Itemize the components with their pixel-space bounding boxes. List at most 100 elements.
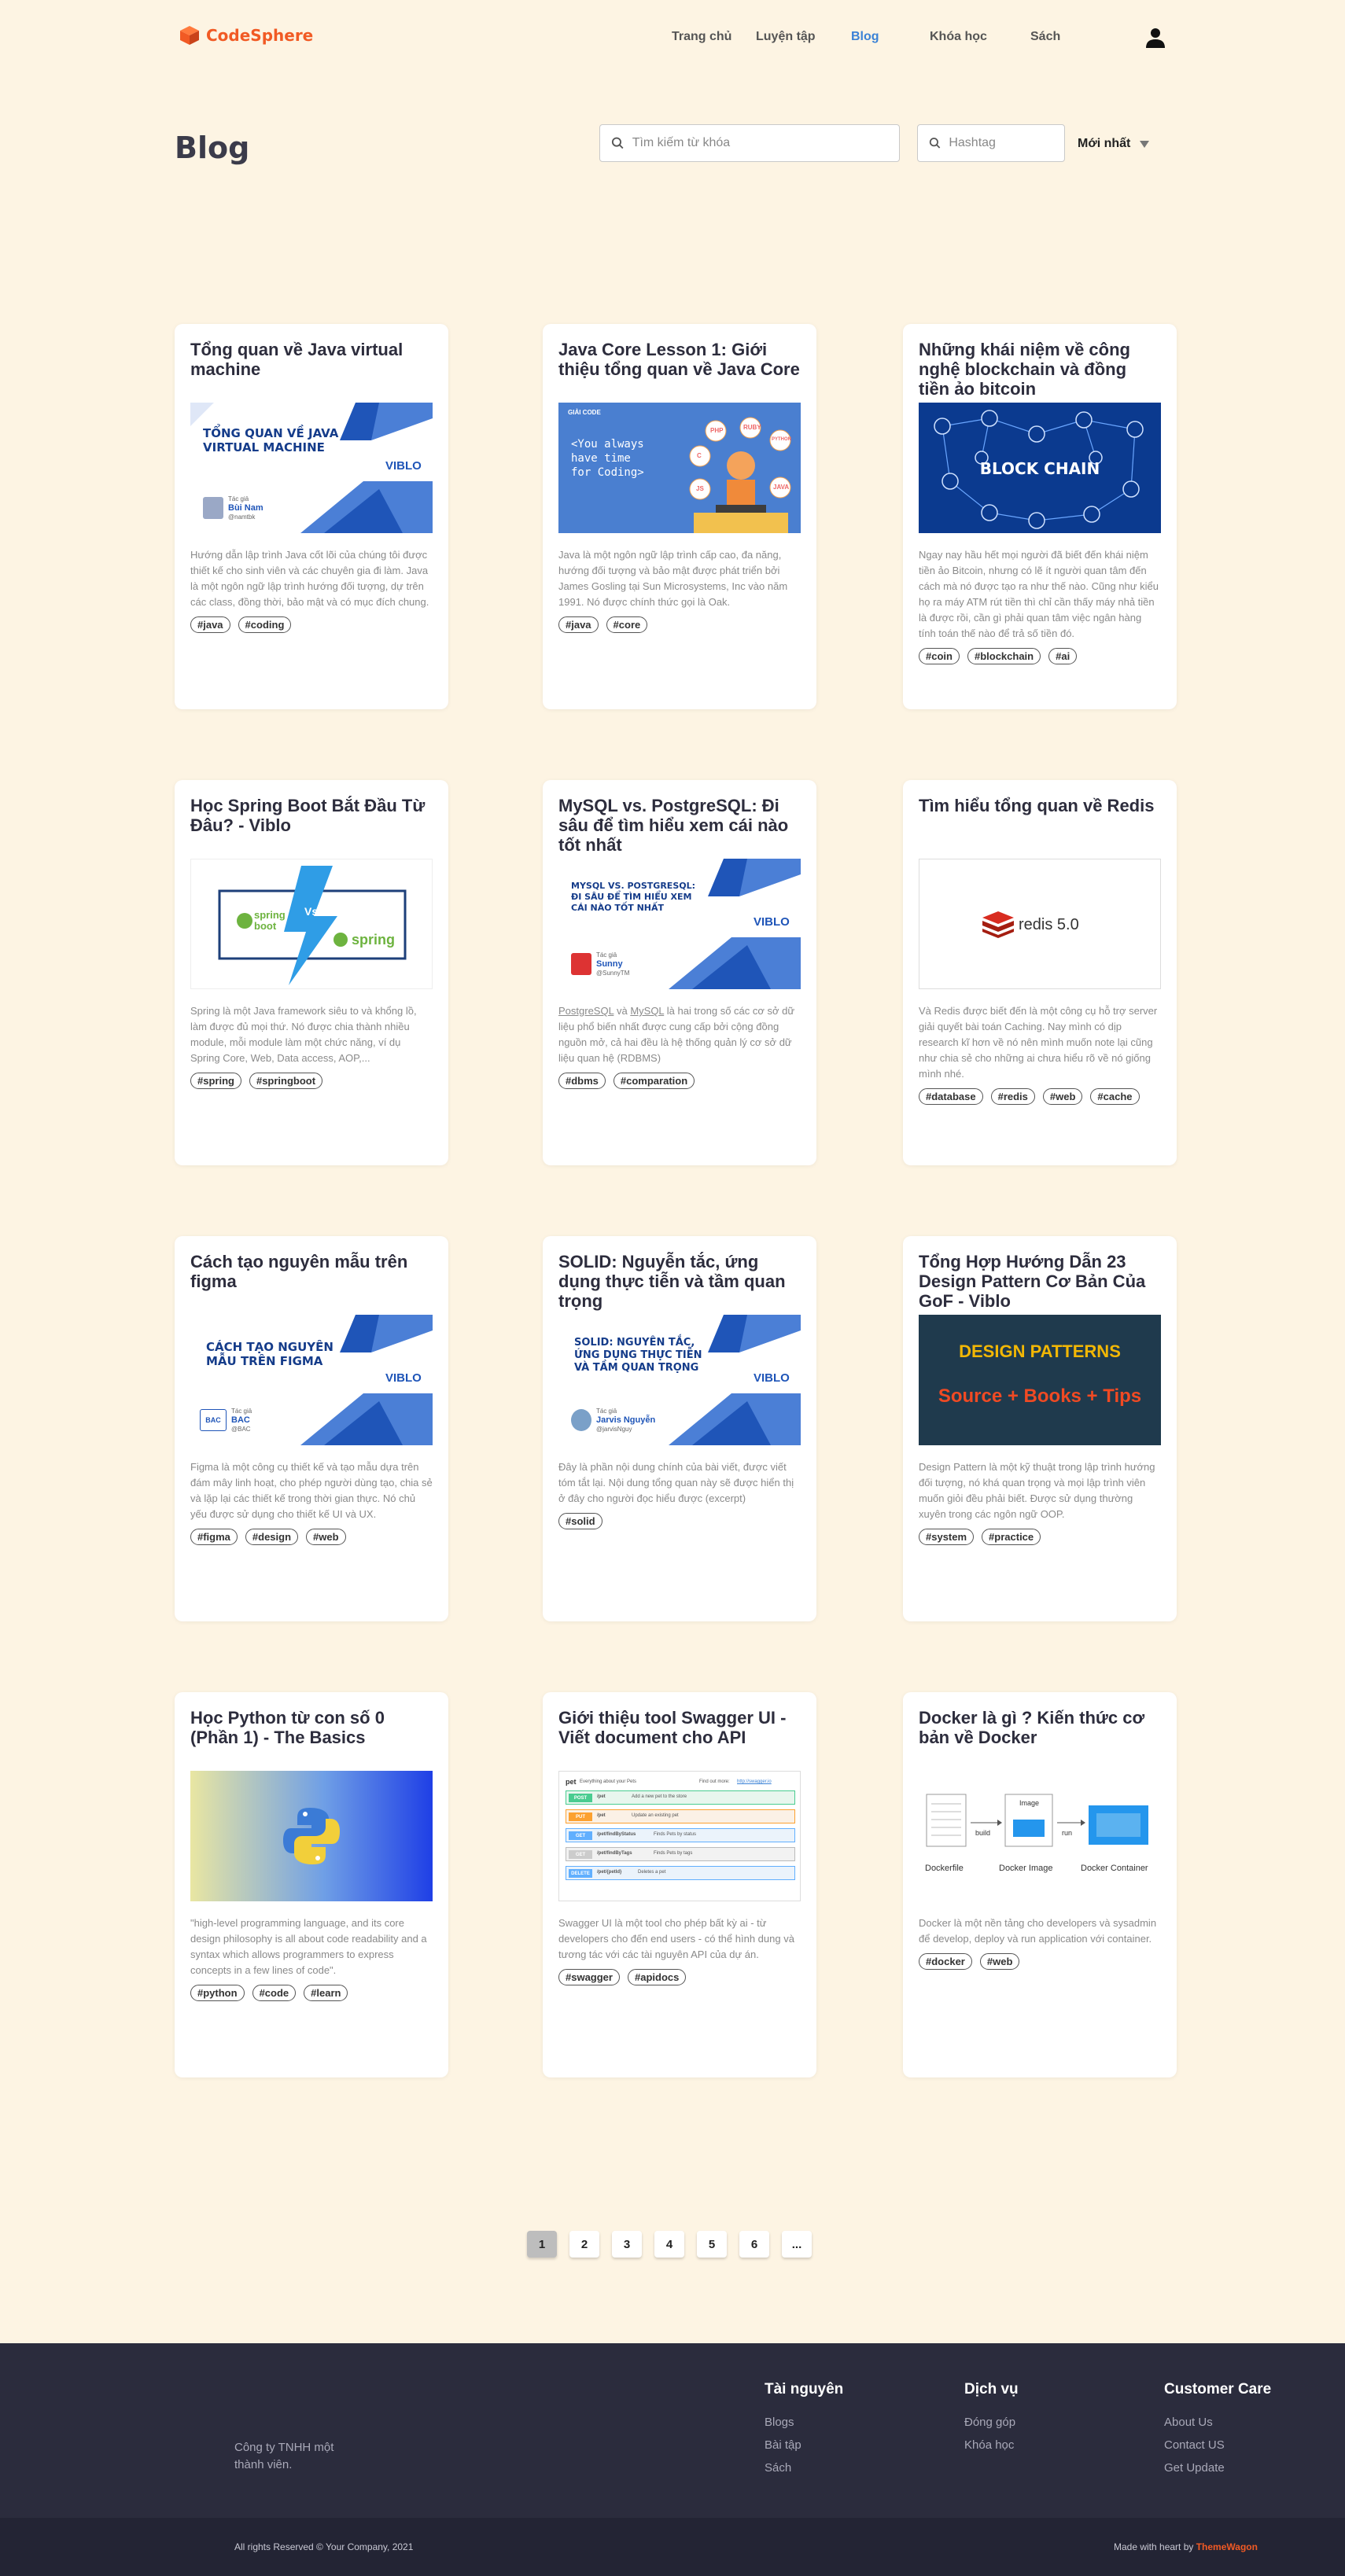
tag-chip[interactable]: #java <box>558 616 599 633</box>
nav-link-courses[interactable]: Khóa học <box>930 30 987 44</box>
page-button-4[interactable]: 4 <box>654 2231 684 2258</box>
keyword-search-input[interactable] <box>632 136 899 150</box>
tag-chip[interactable]: #core <box>606 616 648 633</box>
post-card[interactable]: Giới thiệu tool Swagger UI - Viết docume… <box>543 1692 816 2077</box>
post-title[interactable]: SOLID: Nguyễn tắc, ứng dụng thực tiễn và… <box>558 1252 801 1315</box>
tag-chip[interactable]: #docker <box>919 1953 972 1970</box>
page-button-more[interactable]: ... <box>782 2231 812 2258</box>
post-excerpt: Design Pattern là một kỹ thuật trong lập… <box>919 1461 1155 1520</box>
user-icon[interactable] <box>1145 27 1166 49</box>
tag-chip[interactable]: #ai <box>1048 648 1078 664</box>
tag-chip[interactable]: #springboot <box>249 1073 323 1089</box>
footer-link[interactable]: Bài tập <box>765 2438 843 2452</box>
nav-link-home[interactable]: Trang chủ <box>672 30 731 44</box>
post-title[interactable]: MySQL vs. PostgreSQL: Đi sâu để tìm hiểu… <box>558 796 801 859</box>
post-title[interactable]: Cách tạo nguyên mẫu trên figma <box>190 1252 433 1315</box>
post-thumbnail[interactable] <box>190 1771 433 1901</box>
post-thumbnail[interactable]: SOLID: NGUYÊN TẮC, ỨNG DỤNG THỰC TIỄN VÀ… <box>558 1315 801 1445</box>
tag-chip[interactable]: #design <box>245 1529 299 1545</box>
tag-chip[interactable]: #practice <box>982 1529 1041 1545</box>
post-thumbnail[interactable]: TỔNG QUAN VỀ JAVA VIRTUAL MACHINE VIBLO … <box>190 403 433 533</box>
tag-chip[interactable]: #python <box>190 1985 245 2001</box>
footer-link[interactable]: Đóng góp <box>964 2416 1019 2429</box>
tag-chip[interactable]: #database <box>919 1088 983 1105</box>
post-card[interactable]: Tổng quan về Java virtual machine TỔNG Q… <box>175 324 448 709</box>
nav-link-practice[interactable]: Luyện tập <box>756 30 816 44</box>
post-thumbnail[interactable]: pet Everything about your Pets Find out … <box>558 1771 801 1901</box>
post-thumbnail[interactable]: redis 5.0 <box>919 859 1161 989</box>
hashtag-box[interactable] <box>917 124 1065 162</box>
excerpt-link[interactable]: MySQL <box>630 1005 664 1017</box>
tag-chip[interactable]: #solid <box>558 1513 602 1529</box>
tag-chip[interactable]: #coin <box>919 648 960 664</box>
post-title[interactable]: Tìm hiểu tổng quan về Redis <box>919 796 1161 859</box>
author-avatar <box>571 953 591 975</box>
tag-chip[interactable]: #system <box>919 1529 975 1545</box>
tag-chip[interactable]: #code <box>252 1985 297 2001</box>
tag-chip[interactable]: #learn <box>304 1985 348 2001</box>
tag-chip[interactable]: #web <box>306 1529 346 1545</box>
post-title[interactable]: Tổng Hợp Hướng Dẫn 23 Design Pattern Cơ … <box>919 1252 1161 1315</box>
tag-chip[interactable]: #blockchain <box>967 648 1041 664</box>
tag-chip[interactable]: #spring <box>190 1073 241 1089</box>
post-thumbnail[interactable]: Dockerfile Docker Image Docker Container… <box>919 1771 1161 1901</box>
tag-chip[interactable]: #java <box>190 616 230 633</box>
post-card[interactable]: Tổng Hợp Hướng Dẫn 23 Design Pattern Cơ … <box>903 1236 1177 1621</box>
tag-chip[interactable]: #apidocs <box>627 1969 687 1985</box>
page-button-5[interactable]: 5 <box>697 2231 727 2258</box>
post-title[interactable]: Những khái niệm về công nghệ blockchain … <box>919 340 1161 403</box>
footer-link[interactable]: Blogs <box>765 2416 843 2429</box>
tag-chip[interactable]: #figma <box>190 1529 238 1545</box>
footer-link[interactable]: Contact US <box>1164 2438 1271 2452</box>
thumbnail-text: ỨNG DỤNG THỰC TIỄN <box>574 1349 702 1361</box>
excerpt-link[interactable]: PostgreSQL <box>558 1005 614 1017</box>
post-card[interactable]: MySQL vs. PostgreSQL: Đi sâu để tìm hiểu… <box>543 780 816 1165</box>
post-title[interactable]: Học Python từ con số 0 (Phần 1) - The Ba… <box>190 1708 433 1771</box>
post-card[interactable]: Học Python từ con số 0 (Phần 1) - The Ba… <box>175 1692 448 2077</box>
search-box[interactable] <box>599 124 900 162</box>
swagger-endpoint-summary: Deletes a pet <box>638 1870 666 1875</box>
post-thumbnail[interactable]: BLOCK CHAIN <box>919 403 1161 533</box>
footer-link[interactable]: Sách <box>765 2461 843 2475</box>
nav-link-blog[interactable]: Blog <box>851 30 879 44</box>
tag-chip[interactable]: #cache <box>1090 1088 1140 1105</box>
tag-chip[interactable]: #comparation <box>613 1073 695 1089</box>
nav-link-books[interactable]: Sách <box>1030 30 1060 44</box>
tag-chip[interactable]: #swagger <box>558 1969 620 1985</box>
tag-chip[interactable]: #redis <box>990 1088 1035 1105</box>
footer-link[interactable]: Get Update <box>1164 2461 1271 2475</box>
page-button-1[interactable]: 1 <box>527 2231 557 2258</box>
post-title[interactable]: Học Spring Boot Bắt Đầu Từ Đâu? - Viblo <box>190 796 433 859</box>
page-button-2[interactable]: 2 <box>569 2231 599 2258</box>
post-card[interactable]: Học Spring Boot Bắt Đầu Từ Đâu? - Viblo … <box>175 780 448 1165</box>
tag-chip[interactable]: #web <box>979 1953 1020 1970</box>
post-card[interactable]: Những khái niệm về công nghệ blockchain … <box>903 324 1177 709</box>
post-card[interactable]: Java Core Lesson 1: Giới thiệu tổng quan… <box>543 324 816 709</box>
page-button-3[interactable]: 3 <box>612 2231 642 2258</box>
post-card[interactable]: Cách tạo nguyên mẫu trên figma CÁCH TẠO … <box>175 1236 448 1621</box>
thumbnail-text: TỔNG QUAN VỀ JAVA <box>203 426 339 440</box>
post-card[interactable]: Tìm hiểu tổng quan về Redis redis 5.0 Và… <box>903 780 1177 1165</box>
post-title[interactable]: Java Core Lesson 1: Giới thiệu tổng quan… <box>558 340 801 403</box>
page-button-6[interactable]: 6 <box>739 2231 769 2258</box>
footer-link[interactable]: About Us <box>1164 2416 1271 2429</box>
tag-chip[interactable]: #coding <box>238 616 292 633</box>
post-title[interactable]: Giới thiệu tool Swagger UI - Viết docume… <box>558 1708 801 1771</box>
post-title[interactable]: Docker là gì ? Kiến thức cơ bản về Docke… <box>919 1708 1161 1771</box>
themewagon-link[interactable]: ThemeWagon <box>1196 2541 1258 2552</box>
tag-chip[interactable]: #web <box>1042 1088 1083 1105</box>
post-thumbnail[interactable]: spring boot Vs spring <box>190 859 433 989</box>
post-title[interactable]: Tổng quan về Java virtual machine <box>190 340 433 403</box>
hashtag-search-input[interactable] <box>949 136 1064 150</box>
tag-chip[interactable]: #dbms <box>558 1073 606 1089</box>
sort-select[interactable]: Mới nhất <box>1078 137 1150 151</box>
post-card[interactable]: Docker là gì ? Kiến thức cơ bản về Docke… <box>903 1692 1177 2077</box>
post-thumbnail[interactable]: CÁCH TẠO NGUYÊN MẪU TRÊN FIGMA VIBLO BAC… <box>190 1315 433 1445</box>
footer-link[interactable]: Khóa học <box>964 2438 1019 2452</box>
author-name: BAC <box>231 1415 250 1425</box>
brand-logo[interactable]: CodeSphere <box>179 25 313 46</box>
post-card[interactable]: SOLID: Nguyễn tắc, ứng dụng thực tiễn và… <box>543 1236 816 1621</box>
post-thumbnail[interactable]: MYSQL VS. POSTGRESQL: ĐI SÂU ĐỂ TÌM HIỂU… <box>558 859 801 989</box>
post-thumbnail[interactable]: DESIGN PATTERNS Source + Books + Tips <box>919 1315 1161 1445</box>
post-thumbnail[interactable]: GIẢI CODE <You always have time for Codi… <box>558 403 801 533</box>
